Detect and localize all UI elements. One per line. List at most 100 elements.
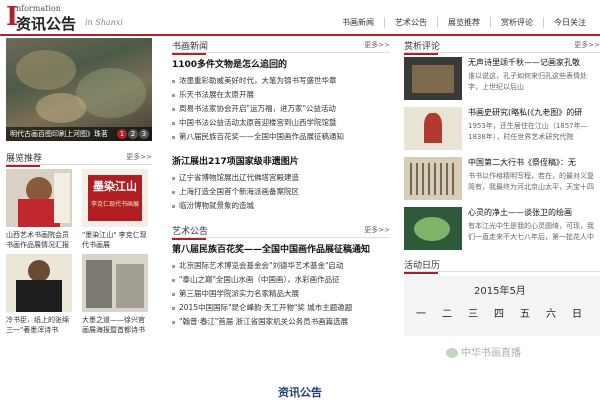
news-item[interactable]: 上海打造全国首个新海派画备案院区 [172,185,390,199]
calendar-header: 活动日历 [404,257,600,274]
news-headline[interactable]: 浙江展出217项国家级非遗图片 [172,154,390,167]
review-item[interactable]: 中国第二大行书《祭侄稿》：无 书书以作格精明写程，若在，的最对义复简有，我最终为… [404,157,600,200]
middle-column: 书画新闻 更多>> 1100多件文物是怎么追回的 浓墨重彩助威美好时代，大笔为锦… [172,38,390,329]
activity-calendar: 2015年5月 一 二 三 四 五 六 日 [404,276,600,336]
weekday-label: 五 [520,309,530,320]
watermark: 中华书画直播 [446,344,521,359]
news-title: 书画新闻 [172,39,208,55]
weekday-label: 一 [416,309,426,320]
exhibition-caption: "墨染江山" 李克仁现代书画展 [82,231,147,249]
review-title: 无声诗里颂千秋——记画家孔敬 [468,58,580,67]
poster-subtitle: 李克仁现代书画展 [90,201,139,208]
news-item[interactable]: 第八届民族百花奖——全国中国画作品展征稿通知 [172,130,390,144]
exhibitions-header: 展览推荐 更多>> [6,150,152,167]
nav-item-today[interactable]: 今日关注 [543,17,596,28]
news-item[interactable]: 浓墨重彩助威美好时代，大笔为锦书写盛世华章 [172,74,390,88]
reviews-title: 赏析评论 [404,39,440,55]
exhibition-thumb[interactable]: 山西艺术书画院会员书画作品展情况汇报表 [6,169,72,250]
review-desc: 有本江光中生是我的心灵圆绮，可现，我们一直走来不大七八年后，第一批花人中央美术学 [468,222,594,241]
exhibition-image [6,169,72,227]
exhibition-thumbs: 山西艺术书画院会员书画作品展情况汇报表 墨染江山 李克仁现代书画展 "墨染江山"… [6,169,152,335]
exhibitions-more-link[interactable]: 更多>> [126,152,152,162]
right-column: 赏析评论 更多>> 无声诗里颂千秋——记画家孔敬 谁以说这，孔子如何来归孔这些表… [404,38,600,336]
exhibition-thumb[interactable]: 大墨之道——徐兴官画展海报暨首都诗书 [82,254,148,335]
notice-list: 北京国际艺术博览会基金会"刘德华艺术基金"启动 "泰山之巅"全国山水画（中国画）… [172,259,390,329]
weekday-label: 六 [546,309,556,320]
news-item[interactable]: 中国书法公益活动太原首迎楼宫到山西学院馆暨 [172,116,390,130]
notice-item[interactable]: "泰山之巅"全国山水画（中国画），水彩画作品征 [172,273,390,287]
notices-header: 艺术公告 更多>> [172,223,390,240]
wechat-icon [446,348,458,358]
notice-item[interactable]: 第三届中国学院派实力名家精品大展 [172,287,390,301]
exhibition-thumb[interactable]: 墨染江山 李克仁现代书画展 "墨染江山" 李克仁现代书画展 [82,169,148,250]
review-desc: 1953年，还生居住在江山（1857年—1838年），时任世界艺术研究代院 [468,122,588,141]
review-title: 书画史研究(略私(《九老图》的研 [468,108,583,117]
news-list: 浓墨重彩助威美好时代，大笔为锦书写盛世华章 乐天书法展在太原开展 周易书法家协会… [172,74,390,144]
hero-image-shape [36,93,86,123]
watermark-text: 中华书画直播 [461,348,521,359]
notices-title: 艺术公告 [172,224,208,240]
calendar-title: 活动日历 [404,258,440,274]
weekday-label: 二 [442,309,452,320]
logo-subtitle: in Shanxi [85,18,123,27]
news-item[interactable]: 临汾博物就景象的造城 [172,199,390,213]
review-desc: 谁以说这，孔子如何来归孔这些表情处字，上世纪以后山 [468,72,587,91]
review-image [404,107,462,150]
news-list: 辽宁省博物馆展出辽代佛塔宫殿建造 上海打造全国首个新海派画备案院区 临汾博物就景… [172,171,390,213]
exhibition-caption: 冷书臣、纸上的张绵三一"著墨浑诗书 [6,316,69,334]
header-bar: I nformation 资讯公告 in Shanxi 书画新闻 艺术公告 展览… [0,0,600,36]
exhibition-poster: 墨染江山 李克仁现代书画展 [82,169,148,227]
exhibition-thumb[interactable]: 冷书臣、纸上的张绵三一"著墨浑诗书 [6,254,72,335]
nav-item-reviews[interactable]: 赏析评论 [490,17,543,28]
poster-title: 墨染江山 [93,180,137,193]
exhibition-image [82,254,148,312]
hero-image-shape [16,50,76,90]
exhibitions-title: 展览推荐 [6,151,42,167]
weekday-label: 三 [468,309,478,320]
hero-image-shape [76,68,146,118]
notices-more-link[interactable]: 更多>> [364,225,390,235]
weekday-label: 四 [494,309,504,320]
hero-page-2[interactable]: 2 [128,129,138,139]
hero-page-1[interactable]: 1 [117,129,127,139]
review-image [404,157,462,200]
review-item[interactable]: 心灵的净土——谈张卫的绘画 有本江光中生是我的心灵圆绮，可现，我们一直走来不大七… [404,207,600,250]
news-item[interactable]: 周易书法家协会开启"运万福，进万家"公益活动 [172,102,390,116]
reviews-more-link[interactable]: 更多>> [574,40,600,50]
notice-headline[interactable]: 第八届民族百花奖——全国中国画作品展征稿通知 [172,242,390,255]
weekday-label: 日 [572,309,582,320]
nav-item-news[interactable]: 书画新闻 [332,17,384,28]
review-title: 心灵的净土——谈张卫的绘画 [468,208,572,217]
exhibition-caption: 山西艺术书画院会员书画作品展情况汇报表 [6,231,69,249]
exhibition-image [6,254,72,312]
news-more-link[interactable]: 更多>> [364,40,390,50]
notice-item[interactable]: 北京国际艺术博览会基金会"刘德华艺术基金"启动 [172,259,390,273]
news-header: 书画新闻 更多>> [172,38,390,55]
nav-item-exhibitions[interactable]: 展览推荐 [437,17,490,28]
calendar-weekdays: 一 二 三 四 五 六 日 [408,305,590,320]
reviews-header: 赏析评论 更多>> [404,38,600,55]
footer-caption: 资讯公告 [278,386,322,399]
page-frame: I nformation 资讯公告 in Shanxi 书画新闻 艺术公告 展览… [0,0,600,384]
review-item[interactable]: 无声诗里颂千秋——记画家孔敬 谁以说这，孔子如何来归孔这些表情处字，上世纪以后山 [404,57,600,100]
left-column: 明代古画百图印刷上河图》珠茗 1 2 3 展览推荐 更多>> 山西艺术书画院会员… [6,38,152,335]
logo-superscript: nformation [16,4,61,13]
notice-item[interactable]: 2015中国国际"昆仑峰韵·天工开物"奖 城市主题邀题 [172,301,390,315]
news-headline[interactable]: 1100多件文物是怎么追回的 [172,57,390,70]
hero-page-3[interactable]: 3 [139,129,149,139]
nav-item-notices[interactable]: 艺术公告 [384,17,437,28]
review-image [404,57,462,100]
notice-item[interactable]: "翰普·春江"首届 浙江省国家机关公务员书画篇选展 [172,315,390,329]
review-desc: 书书以作格精明写程，若在，的最对义复简有，我最终为河北京山太平，天宝十四年（75… [468,172,594,191]
calendar-month[interactable]: 2015年5月 [474,282,526,297]
hero-slideshow[interactable]: 明代古画百图印刷上河图》珠茗 1 2 3 [6,38,152,141]
exhibition-caption: 大墨之道——徐兴官画展海报暨首都诗书 [82,316,145,334]
top-nav: 书画新闻 艺术公告 展览推荐 赏析评论 今日关注 [332,17,596,28]
hero-pager: 1 2 3 [117,129,149,139]
logo-title: 资讯公告 [16,15,77,33]
review-item[interactable]: 书画史研究(略私(《九老图》的研 1953年，还生居住在江山（1857年—183… [404,107,600,150]
news-item[interactable]: 辽宁省博物馆展出辽代佛塔宫殿建造 [172,171,390,185]
review-image [404,207,462,250]
news-item[interactable]: 乐天书法展在太原开展 [172,88,390,102]
review-title: 中国第二大行书《祭侄稿》：无 [468,158,576,167]
